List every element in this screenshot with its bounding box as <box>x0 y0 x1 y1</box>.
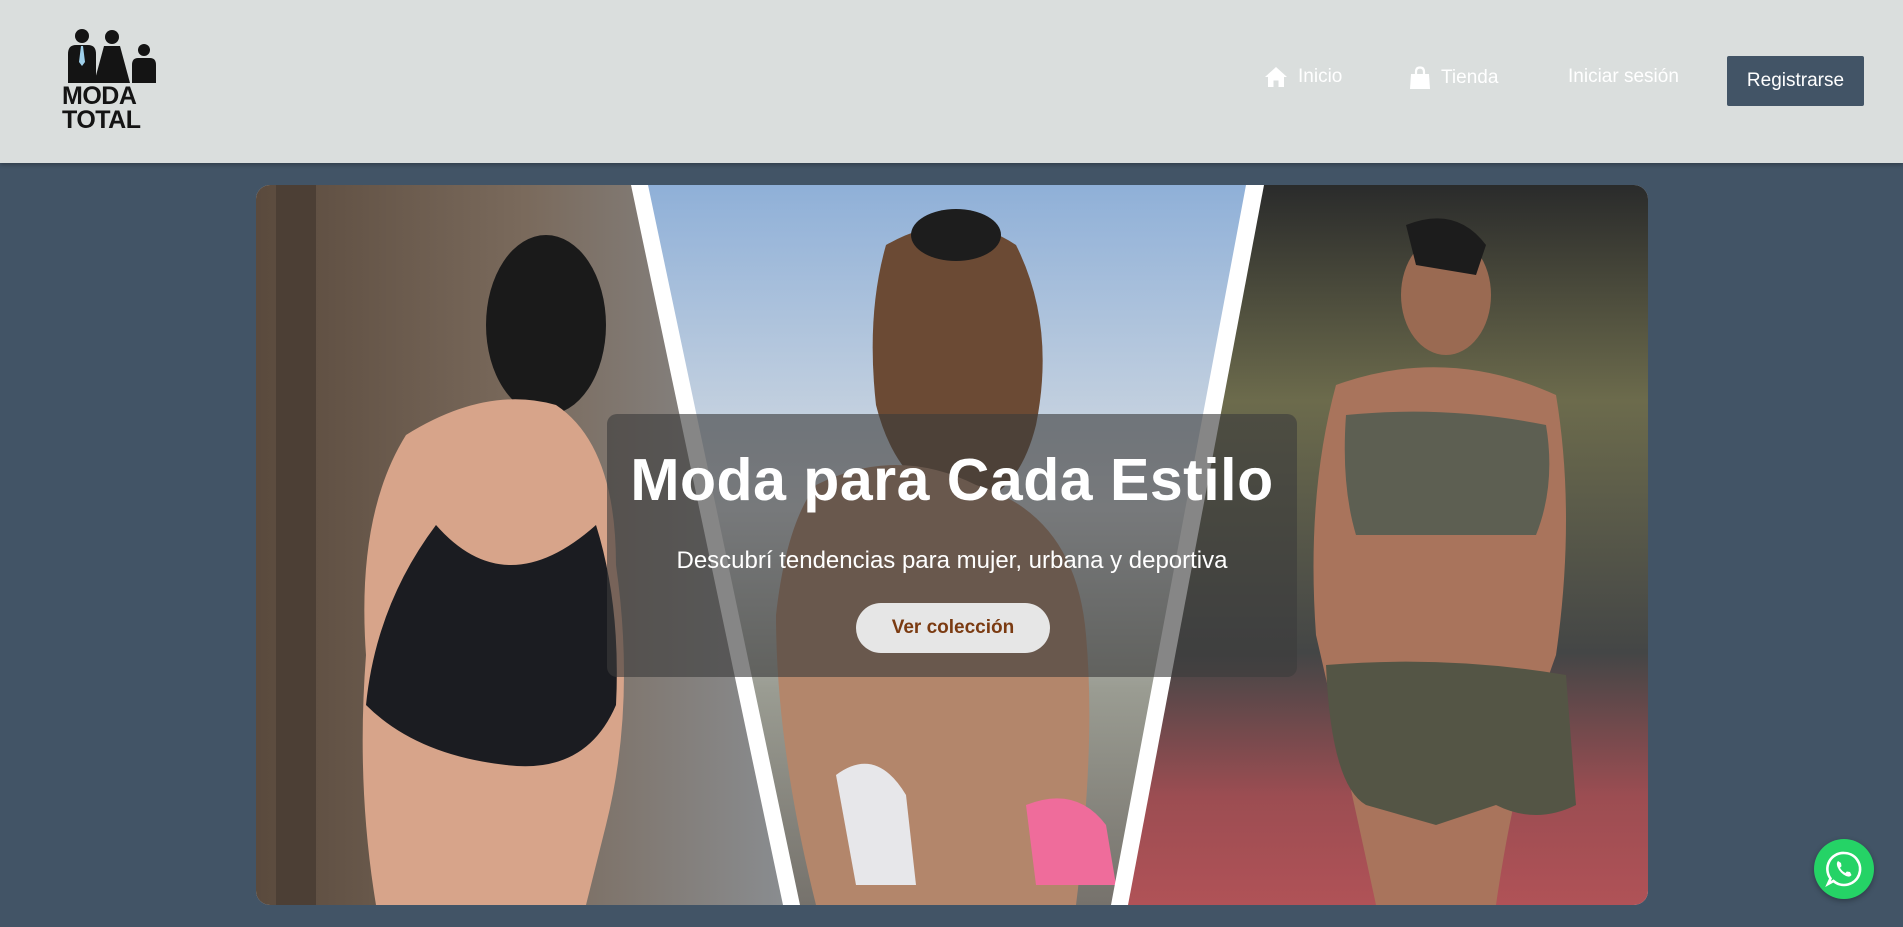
view-collection-button[interactable]: Ver colección <box>856 603 1050 653</box>
hero-title: Moda para Cada Estilo <box>630 447 1274 513</box>
nav-shop-link[interactable]: Tienda <box>1409 66 1498 90</box>
family-logo-icon <box>68 29 156 83</box>
hero-banner: Moda para Cada Estilo Descubrí tendencia… <box>256 185 1648 905</box>
register-button[interactable]: Registrarse <box>1727 56 1864 106</box>
brand-wordmark: MODA TOTAL <box>62 82 162 134</box>
nav-shop-label: Tienda <box>1441 67 1499 88</box>
brand-logo[interactable]: MODA TOTAL <box>62 28 162 138</box>
hero-overlay-card: Moda para Cada Estilo Descubrí tendencia… <box>607 414 1297 677</box>
whatsapp-icon <box>1825 851 1862 888</box>
whatsapp-button[interactable] <box>1814 839 1874 899</box>
brand-line-1: MODA <box>62 82 137 110</box>
brand-line-2: TOTAL <box>62 106 141 134</box>
nav-home-label: Inicio <box>1298 66 1343 87</box>
nav-login-link[interactable]: Iniciar sesión <box>1568 66 1679 88</box>
home-icon <box>1265 67 1287 87</box>
nav-home-link[interactable]: Inicio <box>1264 66 1342 88</box>
navbar: MODA TOTAL Inicio Tienda Iniciar sesión … <box>0 0 1903 163</box>
hero-subtitle: Descubrí tendencias para mujer, urbana y… <box>676 547 1228 574</box>
shopping-bag-icon <box>1410 66 1430 89</box>
nav-login-label: Iniciar sesión <box>1568 66 1679 87</box>
